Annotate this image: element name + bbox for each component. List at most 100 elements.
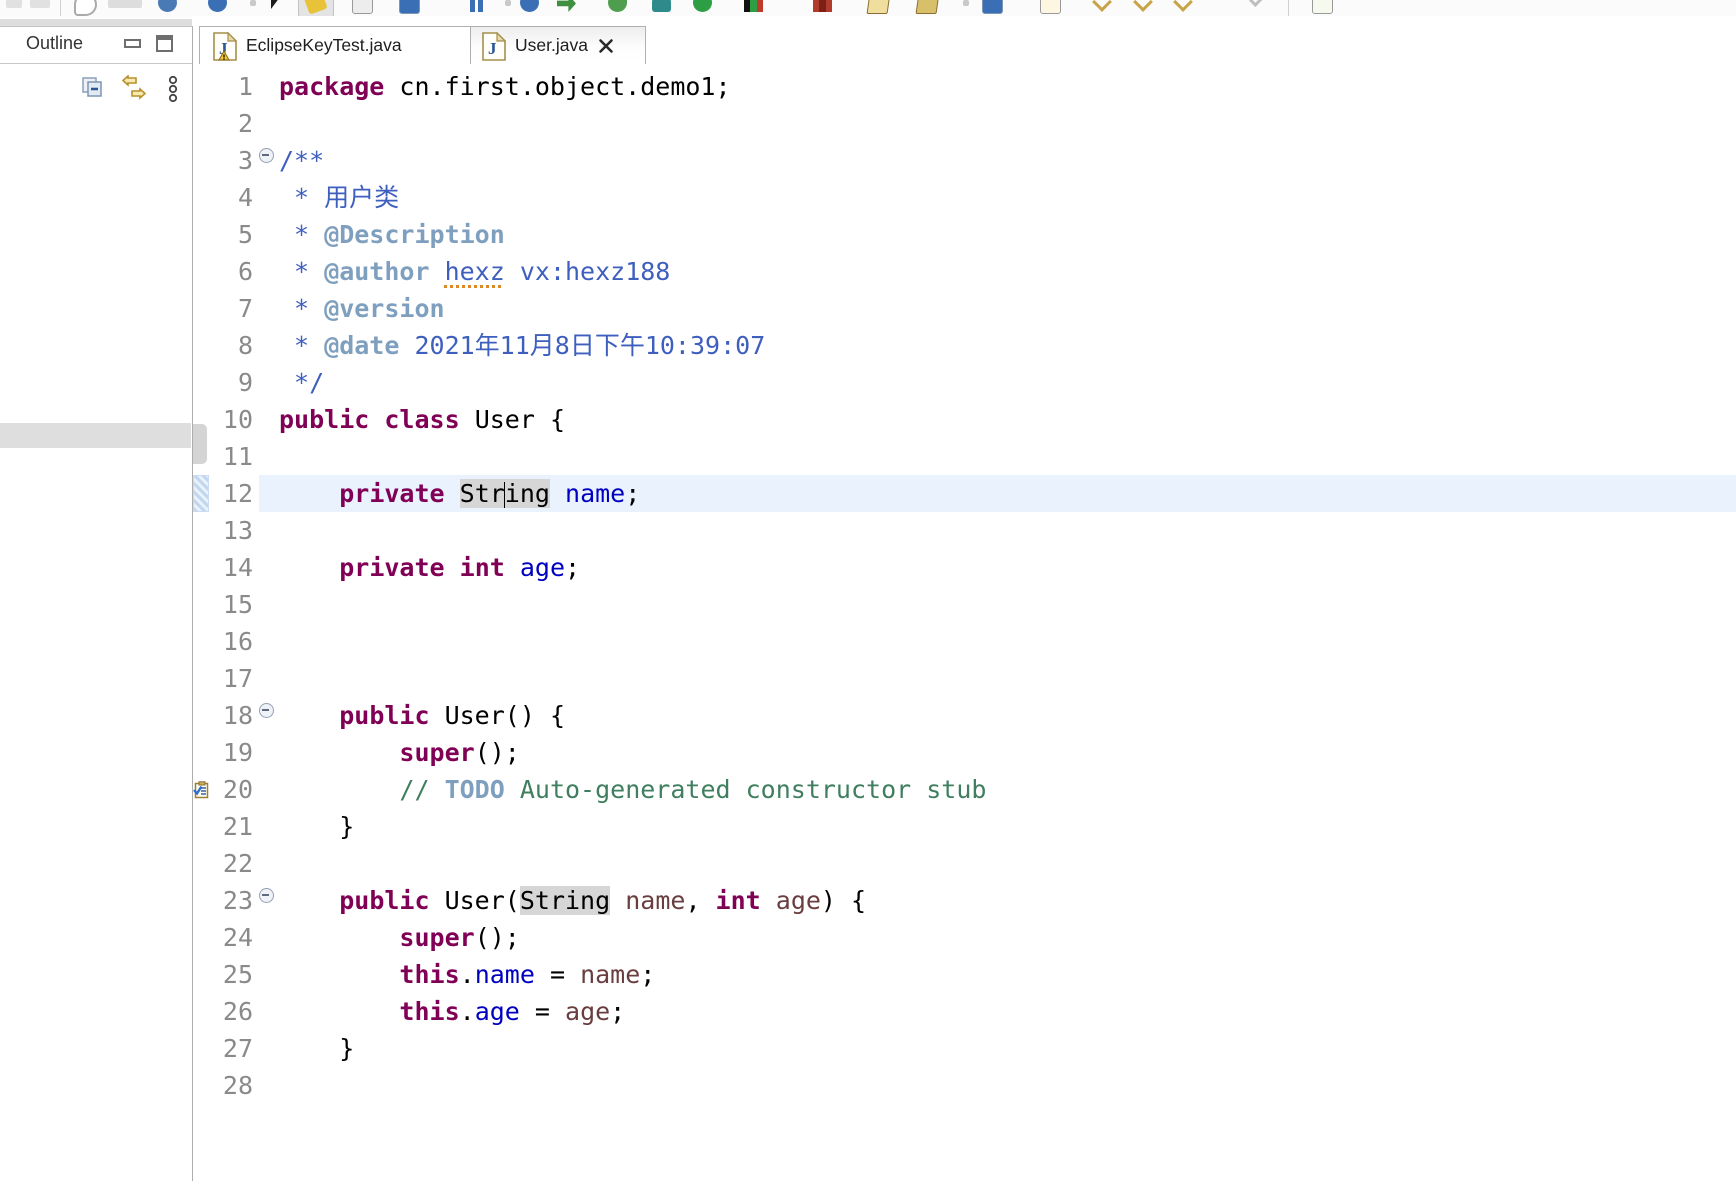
fold-collapse-icon[interactable] (259, 142, 279, 179)
import-arrow-icon[interactable] (557, 0, 576, 12)
open-task-folder-icon[interactable] (867, 0, 891, 14)
todo-marker-icon[interactable] (193, 771, 209, 808)
code-text[interactable]: public User() { (279, 697, 1736, 734)
maximize-icon[interactable] (154, 34, 176, 54)
mini-dot-icon[interactable] (250, 0, 256, 6)
annotation-list-icon[interactable] (982, 0, 1003, 14)
code-line-13[interactable]: 13 (193, 512, 1736, 549)
range-marker-icon[interactable] (193, 475, 209, 512)
code-text[interactable] (279, 1067, 1736, 1104)
code-text[interactable]: } (279, 808, 1736, 845)
code-text[interactable]: public User(String name, int age) { (279, 882, 1736, 919)
close-icon[interactable] (597, 37, 615, 55)
code-text[interactable]: super(); (279, 919, 1736, 956)
mini-dot3-icon[interactable] (963, 0, 969, 6)
tab-eclipsekeytest-java[interactable]: J EclipseKeyTest.java (199, 26, 471, 64)
link-with-editor-icon[interactable] (120, 75, 146, 101)
prev-annotation-icon[interactable] (1092, 0, 1111, 12)
minimize-icon[interactable] (122, 34, 144, 54)
code-line-8[interactable]: 8 * @date 2021年11月8日下午10:39:07 (193, 327, 1736, 364)
code-text[interactable] (279, 586, 1736, 623)
code-line-12[interactable]: 12 private String name; (193, 475, 1736, 512)
code-line-16[interactable]: 16 (193, 623, 1736, 660)
external-tools-icon[interactable] (652, 0, 671, 12)
java-browsing-icon[interactable] (74, 0, 97, 16)
mini-dot2-icon[interactable] (505, 0, 511, 6)
save-all-icon[interactable] (30, 0, 50, 8)
code-line-7[interactable]: 7 * @version (193, 290, 1736, 327)
code-line-19[interactable]: 19 super(); (193, 734, 1736, 771)
code-line-28[interactable]: 28 (193, 1067, 1736, 1104)
code-line-9[interactable]: 9 */ (193, 364, 1736, 401)
coverage-icon[interactable] (744, 0, 763, 12)
code-line-20[interactable]: 20 // TODO Auto-generated constructor st… (193, 771, 1736, 808)
back-history-icon[interactable] (1133, 0, 1152, 12)
code-editor[interactable]: 1package cn.first.object.demo1;23/**4 * … (193, 64, 1736, 1180)
code-line-3[interactable]: 3/** (193, 142, 1736, 179)
code-text[interactable]: * @date 2021年11月8日下午10:39:07 (279, 327, 1736, 364)
code-line-4[interactable]: 4 * 用户类 (193, 179, 1736, 216)
code-line-1[interactable]: 1package cn.first.object.demo1; (193, 68, 1736, 105)
new-class-icon[interactable] (352, 0, 373, 14)
code-text[interactable]: public class User { (279, 401, 1736, 438)
code-text[interactable]: this.age = age; (279, 993, 1736, 1030)
suspend-grid-icon[interactable] (813, 0, 832, 12)
collapse-all-icon[interactable] (80, 75, 106, 101)
fold-collapse-icon[interactable] (259, 697, 279, 734)
code-text[interactable]: /** (279, 142, 1736, 179)
next-annotation-icon[interactable] (1040, 0, 1061, 14)
code-text[interactable] (279, 623, 1736, 660)
code-line-26[interactable]: 26 this.age = age; (193, 993, 1736, 1030)
editor-panel-icon[interactable] (1312, 0, 1333, 14)
code-text[interactable]: super(); (279, 734, 1736, 771)
save-icon[interactable] (6, 0, 22, 8)
debug-config-icon[interactable] (108, 0, 142, 8)
code-line-23[interactable]: 23 public User(String name, int age) { (193, 882, 1736, 919)
debug-flag-icon[interactable] (266, 0, 285, 12)
code-text[interactable] (279, 660, 1736, 697)
code-line-17[interactable]: 17 (193, 660, 1736, 697)
code-text[interactable] (279, 512, 1736, 549)
code-text[interactable]: private String name; (279, 475, 1736, 512)
globe-icon[interactable] (520, 0, 539, 12)
code-line-24[interactable]: 24 super(); (193, 919, 1736, 956)
code-text[interactable]: private int age; (279, 549, 1736, 586)
code-text[interactable]: * @Description (279, 216, 1736, 253)
console-list-icon[interactable] (399, 0, 420, 14)
code-text[interactable] (279, 845, 1736, 882)
code-line-14[interactable]: 14 private int age; (193, 549, 1736, 586)
code-line-2[interactable]: 2 (193, 105, 1736, 142)
code-text[interactable]: package cn.first.object.demo1; (279, 68, 1736, 105)
code-text[interactable]: * 用户类 (279, 179, 1736, 216)
code-line-11[interactable]: 11 (193, 438, 1736, 475)
code-line-22[interactable]: 22 (193, 845, 1736, 882)
code-text[interactable]: */ (279, 364, 1736, 401)
code-text[interactable]: } (279, 1030, 1736, 1067)
forward-history-icon[interactable] (1173, 0, 1192, 12)
code-line-10[interactable]: 10public class User { (193, 401, 1736, 438)
code-text[interactable]: // TODO Auto-generated constructor stub (279, 771, 1736, 808)
run-icon[interactable] (693, 0, 712, 12)
code-text[interactable] (279, 105, 1736, 142)
pause-icon[interactable] (467, 0, 486, 12)
code-line-21[interactable]: 21 } (193, 808, 1736, 845)
code-line-18[interactable]: 18 public User() { (193, 697, 1736, 734)
code-token: super (399, 738, 474, 767)
code-line-25[interactable]: 25 this.name = name; (193, 956, 1736, 993)
last-edit-location-icon[interactable] (1247, 0, 1266, 12)
view-menu-icon[interactable] (160, 75, 186, 101)
refresh-sphere-icon[interactable] (208, 0, 227, 12)
code-text[interactable] (279, 438, 1736, 475)
code-line-5[interactable]: 5 * @Description (193, 216, 1736, 253)
fold-collapse-icon[interactable] (259, 882, 279, 919)
search-icon[interactable] (916, 0, 940, 14)
code-text[interactable]: this.name = name; (279, 956, 1736, 993)
code-line-15[interactable]: 15 (193, 586, 1736, 623)
code-line-27[interactable]: 27 } (193, 1030, 1736, 1067)
code-text[interactable]: * @author hexz vx:hexz188 (279, 253, 1736, 290)
code-line-6[interactable]: 6 * @author hexz vx:hexz188 (193, 253, 1736, 290)
code-text[interactable]: * @version (279, 290, 1736, 327)
tab-user-java[interactable]: J User.java (470, 26, 646, 64)
web-browser-icon[interactable] (158, 0, 177, 12)
plant-icon[interactable] (608, 0, 627, 12)
